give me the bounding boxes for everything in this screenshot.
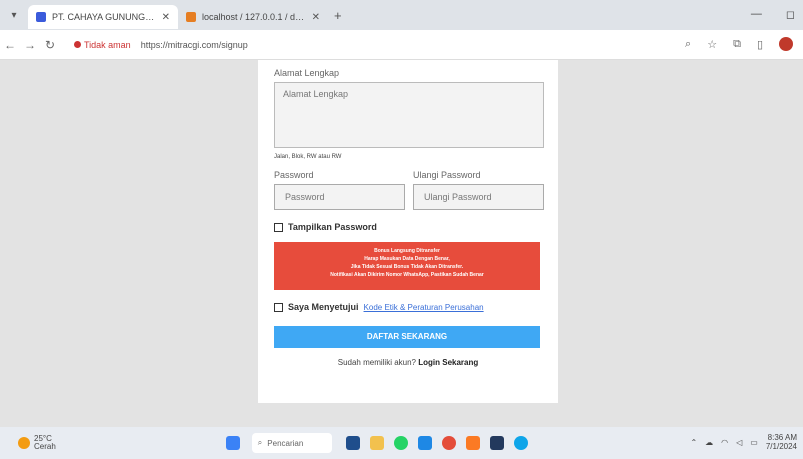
login-link[interactable]: Login Sekarang [418,358,478,367]
minimize-icon[interactable]: — [751,8,762,21]
security-indicator[interactable]: Tidak aman [74,40,131,50]
weather-label: Cerah [34,442,56,451]
tab-menu-icon[interactable]: ▾ [0,10,28,21]
terms-link[interactable]: Kode Etik & Peraturan Perusahan [364,303,484,312]
restore-icon[interactable]: ◻ [786,8,795,21]
clock[interactable]: 8:36 AM 7/1/2024 [766,433,797,451]
alert-line: Bonus Langsung Ditransfer [374,248,440,254]
volume-icon[interactable]: ◁ [736,438,742,447]
search-icon: ⌕ [257,438,263,447]
profile-avatar[interactable] [779,37,793,51]
register-button[interactable]: DAFTAR SEKARANG [274,326,540,348]
file-explorer-icon[interactable] [369,436,384,450]
extension-icon[interactable]: ⧉ [733,38,741,51]
taskbar-search[interactable]: ⌕ Pencarian [251,433,332,453]
tab-title: PT. CAHAYA GUNUNG INTAN [52,12,156,22]
sidebar-icon[interactable]: ▯ [757,38,763,51]
cloud-icon[interactable]: ☁ [705,438,713,447]
show-password-checkbox[interactable] [274,222,283,232]
system-tray: ⌃ ☁ ◠ ◁ ▭ 8:36 AM 7/1/2024 [690,433,797,451]
tab-localhost[interactable]: localhost / 127.0.0.1 / daerah / ... ✕ [178,5,328,29]
password-input[interactable]: Password [274,184,405,210]
sun-icon [18,437,30,449]
back-icon[interactable]: ← [0,38,20,52]
address-hint: Jalan, Blok, RW atau RW [274,154,342,160]
address-textarea[interactable]: Alamat Lengkap [274,82,544,148]
chevron-up-icon[interactable]: ⌃ [690,438,697,447]
confirm-password-label: Ulangi Password [413,170,481,180]
agree-label: Saya Menyetujui [288,302,359,312]
windows-start-icon[interactable] [225,436,240,450]
taskbar-apps [345,436,528,450]
edge-icon[interactable] [513,436,528,450]
close-icon[interactable]: ✕ [162,12,170,23]
battery-icon[interactable]: ▭ [750,438,758,447]
login-prompt-text: Sudah memiliki akun? [337,358,416,367]
taskbar: 25°C Cerah ⌕ Pencarian ⌃ ☁ ◠ ◁ ▭ 8:36 AM… [0,427,803,459]
chrome-icon[interactable] [441,436,456,450]
tab-cahaya[interactable]: PT. CAHAYA GUNUNG INTAN ✕ [28,5,178,29]
zoom-icon[interactable]: ⌕ [685,38,691,51]
alert-line: Jika Tidak Sesuai Bonus Tidak Akan Ditra… [350,264,464,270]
signup-form-card: Alamat Lengkap Alamat Lengkap Jalan, Blo… [258,60,558,403]
agree-checkbox[interactable] [274,302,283,312]
favicon-icon [186,12,196,22]
new-tab-button[interactable]: + [334,8,342,23]
login-prompt: Sudah memiliki akun? Login Sekarang [274,358,542,367]
alert-line: Harap Masukan Data Dengan Benar, [364,256,450,262]
browser-tab-bar: ▾ PT. CAHAYA GUNUNG INTAN ✕ localhost / … [0,0,803,30]
confirm-password-input[interactable]: Ulangi Password [413,184,544,210]
password-label: Password [274,170,314,180]
tab-title: localhost / 127.0.0.1 / daerah / ... [202,12,306,22]
window-controls: — ◻ [751,8,795,21]
show-password-label: Tampilkan Password [288,222,377,232]
forward-icon[interactable]: → [20,38,40,52]
warning-icon [74,41,81,48]
whatsapp-icon[interactable] [393,436,408,450]
date: 7/1/2024 [765,442,797,451]
favicon-icon [36,12,46,22]
search-placeholder: Pencarian [267,438,304,448]
wifi-icon[interactable]: ◠ [721,438,728,447]
page-content: Alamat Lengkap Alamat Lengkap Jalan, Blo… [0,60,803,427]
xampp-icon[interactable] [465,436,480,450]
time: 8:36 AM [767,433,797,442]
address-actions: ⌕ ☆ ⧉ ▯ [685,37,793,51]
terminal-icon[interactable] [489,436,504,450]
weather-widget[interactable]: 25°C Cerah [18,435,56,451]
show-password-option[interactable]: Tampilkan Password [274,222,542,232]
vscode-icon[interactable] [417,436,432,450]
task-view-icon[interactable] [345,436,360,450]
password-row: Password Password Ulangi Password Ulangi… [274,170,544,210]
bookmark-star-icon[interactable]: ☆ [707,38,717,51]
security-label: Tidak aman [84,39,131,50]
agree-option: Saya Menyetujui Kode Etik & Peraturan Pe… [274,302,542,312]
alert-line: Notifikasi Akan Dikirim Nomor WhatsApp, … [330,272,484,278]
url-input[interactable]: https://mitracgi.com/signup [141,40,248,50]
bonus-alert: Bonus Langsung Ditransfer Harap Masukan … [274,242,540,290]
address-bar: ← → ↻ Tidak aman https://mitracgi.com/si… [0,30,803,60]
close-icon[interactable]: ✕ [312,12,320,23]
reload-icon[interactable]: ↻ [40,38,60,52]
address-label: Alamat Lengkap [274,68,340,78]
